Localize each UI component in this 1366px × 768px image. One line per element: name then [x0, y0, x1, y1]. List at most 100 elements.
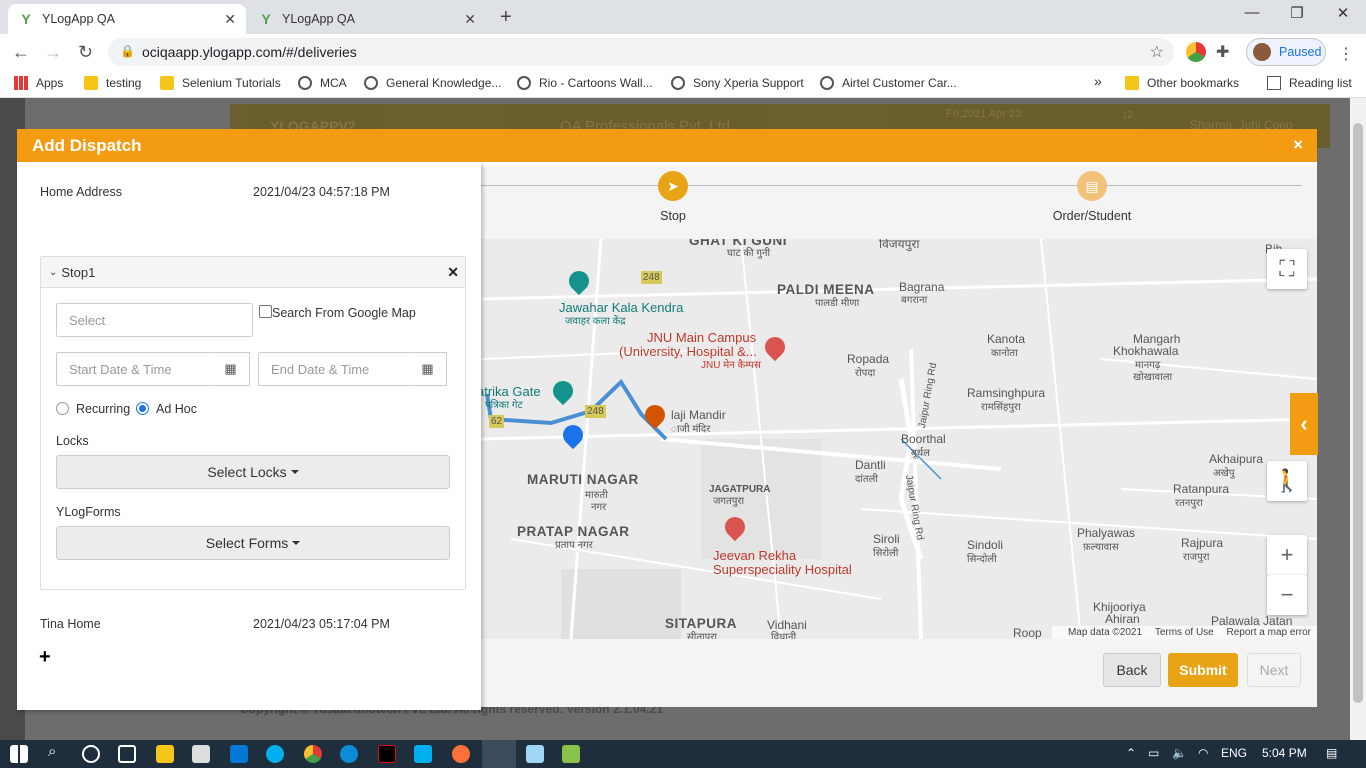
clock[interactable]: 5:04 PM	[1262, 746, 1307, 760]
terms-of-use-link[interactable]: Terms of Use	[1155, 627, 1214, 638]
chrome-icon[interactable]	[304, 745, 322, 763]
zoom-in-button[interactable]: +	[1267, 535, 1307, 575]
map-label: Siroli	[873, 532, 900, 546]
map-label: JNU मेन कैम्पस	[701, 360, 761, 371]
forward-arrow-icon[interactable]: →	[44, 42, 62, 63]
paint-icon[interactable]	[562, 745, 580, 763]
close-tab-icon[interactable]: ✕	[464, 11, 476, 28]
scrollbar-thumb[interactable]	[1353, 123, 1363, 703]
bookmark-gk[interactable]: General Knowledge...	[364, 76, 501, 90]
select-locks-button[interactable]: Select Locks	[56, 455, 450, 489]
bookmark-mca[interactable]: MCA	[298, 76, 347, 90]
map-label: रतनपुरा	[1175, 498, 1203, 509]
page-viewport: YLOGAPPV2 QA Professionals Pvt. Ltd. Fri…	[0, 98, 1366, 740]
side-panel-toggle[interactable]: ‹	[1290, 393, 1318, 455]
edge-icon[interactable]	[340, 745, 358, 763]
adhoc-radio[interactable]	[136, 402, 149, 415]
step-label: Stop	[660, 209, 686, 223]
back-arrow-icon[interactable]: ←	[12, 42, 30, 63]
globe-icon	[671, 76, 685, 90]
map-label: atrika Gate	[481, 384, 541, 399]
ylogforms-label: YLogForms	[56, 505, 121, 519]
location-select[interactable]: Select	[56, 303, 253, 337]
back-button[interactable]: Back	[1103, 653, 1161, 687]
other-bookmarks[interactable]: Other bookmarks	[1125, 76, 1239, 90]
fullscreen-button[interactable]: ⛶	[1267, 249, 1307, 289]
stop-card-header[interactable]: ⌄ Stop1 ✕	[41, 257, 465, 288]
notifications-icon[interactable]: ▤	[1326, 746, 1337, 760]
remove-stop-icon[interactable]: ✕	[447, 264, 459, 281]
chrome-menu-icon[interactable]: ⋮	[1338, 44, 1354, 64]
volume-icon[interactable]: 🔈	[1172, 746, 1187, 760]
add-stop-icon[interactable]: +	[39, 646, 51, 669]
route-map[interactable]: GHAT KI GUNI घाट की गुनी विजयपुरा PALDI …	[481, 239, 1317, 639]
skype-icon[interactable]	[266, 745, 284, 763]
notepad-icon[interactable]	[526, 745, 544, 763]
chevron-left-icon: ‹	[1300, 411, 1308, 436]
minimize-icon[interactable]: —	[1229, 4, 1275, 21]
browser-tab[interactable]: Y YLogApp QA ✕	[248, 4, 486, 34]
modal-title: Add Dispatch	[32, 135, 142, 155]
locks-label: Locks	[56, 434, 89, 448]
modal-close-button[interactable]: ×	[1293, 135, 1303, 155]
reading-list[interactable]: Reading list	[1267, 76, 1352, 90]
bookmarks-overflow-button[interactable]: »	[1094, 73, 1102, 89]
calendar-icon[interactable]: ▦	[409, 352, 447, 386]
select-forms-button[interactable]: Select Forms	[56, 526, 450, 560]
store-icon[interactable]	[192, 745, 210, 763]
end-datetime-input[interactable]: End Date & Time	[258, 352, 410, 386]
browser-tab-active[interactable]: Y YLogApp QA ✕	[8, 4, 246, 34]
google-map-label: Search From Google Map	[272, 306, 416, 320]
windows-start-icon[interactable]	[10, 745, 28, 763]
firefox-icon[interactable]	[452, 745, 470, 763]
bookmark-selenium[interactable]: Selenium Tutorials	[160, 76, 281, 90]
wifi-icon[interactable]: ◠	[1198, 746, 1208, 760]
calendar-icon[interactable]: ▦	[212, 352, 250, 386]
search-icon[interactable]: ⌕	[48, 743, 56, 760]
page-scrollbar[interactable]	[1350, 98, 1366, 740]
report-map-error-link[interactable]: Report a map error	[1227, 627, 1311, 638]
mail-icon[interactable]	[230, 745, 248, 763]
task-view-icon[interactable]	[118, 745, 136, 763]
step-stop[interactable]: ➤ Stop	[603, 171, 743, 223]
new-tab-icon[interactable]: +	[500, 6, 512, 29]
street-view-button[interactable]: 🚶	[1267, 461, 1307, 501]
next-button[interactable]: Next	[1247, 653, 1301, 687]
bookmark-airtel[interactable]: Airtel Customer Car...	[820, 76, 957, 90]
chevron-down-icon[interactable]: ⌄	[49, 267, 57, 278]
skype-business-icon[interactable]	[414, 745, 432, 763]
battery-icon[interactable]: ▭	[1148, 746, 1159, 760]
reload-icon[interactable]: ↻	[78, 42, 93, 63]
start-datetime-input[interactable]: Start Date & Time	[56, 352, 213, 386]
map-label: बगराना	[901, 295, 928, 306]
language-indicator[interactable]: ENG	[1221, 746, 1247, 760]
bookmark-label: testing	[106, 76, 142, 90]
close-tab-icon[interactable]: ✕	[224, 11, 236, 28]
avatar	[1253, 43, 1271, 61]
netflix-icon[interactable]	[378, 745, 396, 763]
bookmark-star-icon[interactable]: ☆	[1150, 42, 1164, 62]
bookmark-testing[interactable]: testing	[84, 76, 141, 90]
url-bar[interactable]: 🔒 ociqaapp.ylogapp.com/#/deliveries ☆	[108, 38, 1174, 66]
map-label: रामसिंहपुरा	[981, 402, 1021, 413]
maximize-icon[interactable]: ❐	[1274, 4, 1320, 22]
extensions-puzzle-icon[interactable]: ✚	[1216, 42, 1236, 62]
google-map-checkbox[interactable]	[259, 305, 272, 318]
profile-button[interactable]: Paused	[1246, 38, 1326, 66]
tray-chevron-icon[interactable]: ⌃	[1126, 746, 1136, 760]
map-label: Boorthal	[901, 432, 946, 446]
adhoc-label: Ad Hoc	[156, 402, 197, 416]
bookmark-rio[interactable]: Rio - Cartoons Wall...	[517, 76, 653, 90]
map-label: घाट की गुनी	[727, 248, 771, 259]
chrome-extension-icon[interactable]	[1186, 42, 1206, 62]
file-explorer-icon[interactable]	[156, 745, 174, 763]
cortana-icon[interactable]	[82, 745, 100, 763]
zoom-out-button[interactable]: −	[1267, 575, 1307, 615]
step-order-student[interactable]: ▤ Order/Student	[1022, 171, 1162, 223]
submit-button[interactable]: Submit	[1168, 653, 1238, 687]
bookmark-sony[interactable]: Sony Xperia Support	[671, 76, 804, 90]
recurring-radio[interactable]	[56, 402, 69, 415]
bookmark-apps[interactable]: Apps	[14, 76, 63, 90]
chrome-active-icon[interactable]	[482, 740, 516, 768]
close-window-icon[interactable]: ✕	[1320, 4, 1366, 22]
